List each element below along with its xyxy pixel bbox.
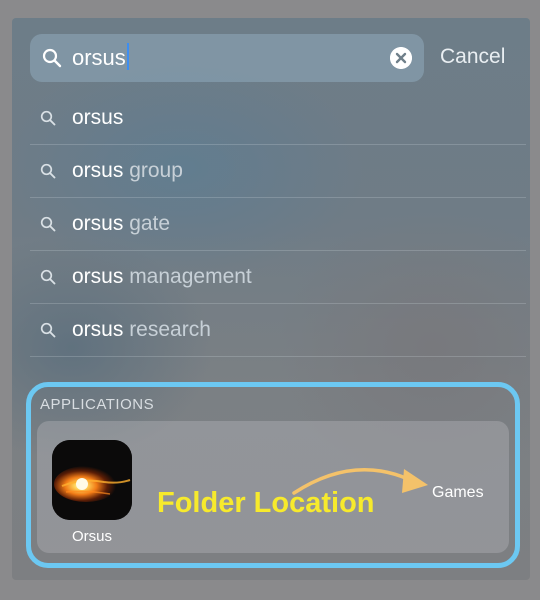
suggestion-match: orsus (72, 265, 124, 288)
suggestion-completion: management (123, 265, 252, 288)
suggestion-row[interactable]: orsus (30, 92, 526, 145)
applications-highlight: APPLICATIONS Orsus Folder Location Games (26, 382, 520, 568)
suggestion-match: orsus (72, 106, 124, 129)
suggestion-text: orsus research (72, 318, 211, 342)
suggestion-completion: research (123, 318, 211, 341)
suggestion-match: orsus (72, 212, 124, 235)
search-icon (40, 269, 56, 285)
search-bar[interactable]: orsus (30, 34, 424, 82)
folder-name: Games (432, 484, 484, 501)
suggestion-text: orsus (72, 106, 123, 130)
search-input[interactable]: orsus (72, 42, 382, 74)
suggestion-text: orsus gate (72, 212, 170, 236)
spotlight-screen: orsus Cancel orsus orsus group orsus gat… (12, 18, 530, 580)
suggestion-row[interactable]: orsus management (30, 251, 526, 304)
applications-header: APPLICATIONS (40, 396, 155, 413)
suggestion-completion: gate (123, 212, 171, 235)
search-icon (42, 48, 62, 68)
suggestion-text: orsus group (72, 159, 183, 183)
suggestion-match: orsus (72, 318, 124, 341)
suggestion-match: orsus (72, 159, 124, 182)
suggestion-row[interactable]: orsus research (30, 304, 526, 357)
clear-icon[interactable] (390, 47, 412, 69)
app-icon-art (52, 440, 132, 520)
search-icon (40, 163, 56, 179)
search-icon (40, 322, 56, 338)
suggestion-row[interactable]: orsus gate (30, 198, 526, 251)
app-icon[interactable] (52, 440, 132, 520)
search-icon (40, 216, 56, 232)
suggestion-text: orsus management (72, 265, 252, 289)
applications-card: Orsus Folder Location Games (37, 421, 509, 553)
cancel-button[interactable]: Cancel (440, 45, 505, 69)
annotation-arrow-icon (292, 468, 428, 495)
suggestion-row[interactable]: orsus group (30, 145, 526, 198)
suggestion-completion: group (123, 159, 183, 182)
text-caret (126, 43, 129, 70)
search-icon (40, 110, 56, 126)
search-query: orsus (72, 45, 126, 70)
suggestion-list: orsus orsus group orsus gate orsus manag… (30, 92, 526, 357)
app-name: Orsus (71, 528, 112, 545)
